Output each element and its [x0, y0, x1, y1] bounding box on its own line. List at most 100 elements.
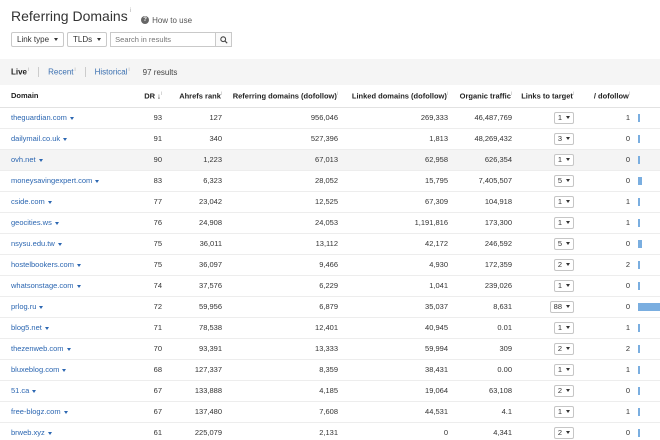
domain-cell[interactable]: brweb.xyz: [0, 422, 130, 440]
domain-cell[interactable]: theguardian.com: [0, 107, 130, 129]
chevron-down-icon[interactable]: [44, 326, 49, 330]
col-organic-traffic[interactable]: Organic traffici: [452, 85, 516, 108]
links-to-target-dropdown[interactable]: 1: [553, 153, 574, 166]
referring-domains-cell: 12,401: [226, 317, 342, 339]
domain-cell[interactable]: moneysavingexpert.com: [0, 170, 130, 192]
col-domain[interactable]: Domain: [0, 85, 130, 108]
links-to-target-dropdown[interactable]: 2: [553, 342, 574, 355]
links-to-target-dropdown[interactable]: 1: [553, 279, 574, 292]
links-to-target-dropdown[interactable]: 1: [553, 216, 574, 229]
chevron-down-icon[interactable]: [39, 305, 44, 309]
links-to-target-dropdown[interactable]: 2: [553, 426, 574, 439]
chevron-down-icon[interactable]: [95, 179, 100, 183]
chevron-down-icon[interactable]: [47, 200, 52, 204]
links-to-target-dropdown[interactable]: 2: [553, 258, 574, 271]
bar-cell: [634, 401, 660, 423]
chevron-down-icon[interactable]: [63, 410, 68, 414]
col-ahrefs-rank[interactable]: Ahrefs ranki: [166, 85, 226, 108]
chevron-down-icon[interactable]: [63, 137, 68, 141]
links-to-target-dropdown[interactable]: 2: [553, 384, 574, 397]
tab-recent[interactable]: Recenti: [48, 67, 75, 77]
domain-cell[interactable]: cside.com: [0, 191, 130, 213]
links-to-target-cell: 2: [516, 422, 578, 440]
domain-link[interactable]: brweb.xyz: [11, 428, 45, 437]
links-to-target-dropdown[interactable]: 1: [553, 363, 574, 376]
domain-link[interactable]: thezenweb.com: [11, 344, 64, 353]
domain-link[interactable]: dailymail.co.uk: [11, 134, 60, 143]
domain-link[interactable]: whatsonstage.com: [11, 281, 74, 290]
tlds-dropdown[interactable]: TLDs: [67, 32, 108, 47]
links-bar: [638, 219, 640, 227]
links-to-target-dropdown[interactable]: 1: [553, 195, 574, 208]
domain-link[interactable]: moneysavingexpert.com: [11, 176, 92, 185]
chevron-down-icon[interactable]: [57, 242, 62, 246]
chevron-down-icon[interactable]: [66, 347, 71, 351]
links-to-target-dropdown[interactable]: 1: [553, 321, 574, 334]
domain-cell[interactable]: thezenweb.com: [0, 338, 130, 360]
domain-cell[interactable]: free-blogz.com: [0, 401, 130, 423]
links-to-target-dropdown[interactable]: 1: [553, 111, 574, 124]
tab-historical[interactable]: Historicali: [95, 67, 130, 77]
domain-link[interactable]: theguardian.com: [11, 113, 67, 122]
links-to-target-dropdown[interactable]: 5: [553, 237, 574, 250]
tab-divider: [38, 67, 40, 77]
col-dr[interactable]: DR ↓i: [130, 85, 166, 108]
domain-link[interactable]: hostelbookers.com: [11, 260, 74, 269]
link-type-dropdown[interactable]: Link type: [11, 32, 65, 47]
domain-link[interactable]: blog5.net: [11, 323, 42, 332]
search-button[interactable]: [215, 32, 233, 47]
domain-link[interactable]: geocities.ws: [11, 218, 52, 227]
search-input[interactable]: [110, 32, 216, 47]
referring-domains-table: Domain DR ↓i Ahrefs ranki Referring doma…: [0, 85, 660, 440]
col-linked-domains[interactable]: Linked domains (dofollow)i: [342, 85, 452, 108]
bar-cell: [634, 338, 660, 360]
col-dofollow[interactable]: / dofollowi: [578, 85, 634, 108]
organic-traffic-cell: 0.00: [452, 359, 516, 381]
chevron-down-icon[interactable]: [62, 368, 67, 372]
how-to-use-link[interactable]: ? How to use: [141, 16, 192, 25]
domain-cell[interactable]: whatsonstage.com: [0, 275, 130, 297]
col-links-to-target[interactable]: Links to targeti: [516, 85, 578, 108]
domain-cell[interactable]: nsysu.edu.tw: [0, 233, 130, 255]
links-to-target-dropdown[interactable]: 88: [549, 300, 574, 313]
domain-link[interactable]: prlog.ru: [11, 302, 36, 311]
ahrefs-rank-cell: 78,538: [166, 317, 226, 339]
links-to-target-dropdown[interactable]: 3: [553, 132, 574, 145]
links-to-target-dropdown[interactable]: 1: [553, 405, 574, 418]
tab-live[interactable]: Livei: [11, 67, 29, 77]
links-to-target-cell: 5: [516, 170, 578, 192]
domain-link[interactable]: nsysu.edu.tw: [11, 239, 55, 248]
ahrefs-rank-cell: 133,888: [166, 380, 226, 402]
domain-cell[interactable]: ovh.net: [0, 149, 130, 171]
links-bar: [638, 408, 640, 416]
domain-cell[interactable]: bluxeblog.com: [0, 359, 130, 381]
chevron-down-icon[interactable]: [54, 221, 59, 225]
col-referring-domains[interactable]: Referring domains (dofollow)i: [226, 85, 342, 108]
table-row: brweb.xyz 61 225,079 2,131 0 4,341 2 0: [0, 422, 660, 440]
links-to-target-cell: 3: [516, 128, 578, 150]
chevron-down-icon[interactable]: [32, 389, 37, 393]
links-to-target-dropdown[interactable]: 5: [553, 174, 574, 187]
chevron-down-icon[interactable]: [76, 284, 81, 288]
chevron-down-icon[interactable]: [38, 158, 43, 162]
chevron-down-icon[interactable]: [69, 116, 74, 120]
title-info-icon[interactable]: i: [130, 8, 131, 14]
domain-cell[interactable]: prlog.ru: [0, 296, 130, 318]
ahrefs-rank-cell: 59,956: [166, 296, 226, 318]
domain-link[interactable]: free-blogz.com: [11, 407, 61, 416]
chevron-down-icon[interactable]: [76, 263, 81, 267]
links-to-target-cell: 2: [516, 254, 578, 276]
referring-domains-cell: 24,053: [226, 212, 342, 234]
chevron-down-icon[interactable]: [47, 431, 52, 435]
domain-cell[interactable]: geocities.ws: [0, 212, 130, 234]
domain-link[interactable]: cside.com: [11, 197, 45, 206]
domain-cell[interactable]: blog5.net: [0, 317, 130, 339]
referring-domains-cell: 67,013: [226, 149, 342, 171]
domain-cell[interactable]: hostelbookers.com: [0, 254, 130, 276]
domain-link[interactable]: bluxeblog.com: [11, 365, 59, 374]
domain-cell[interactable]: dailymail.co.uk: [0, 128, 130, 150]
domain-cell[interactable]: 51.ca: [0, 380, 130, 402]
dr-cell: 93: [130, 107, 166, 129]
domain-link[interactable]: ovh.net: [11, 155, 36, 164]
domain-link[interactable]: 51.ca: [11, 386, 29, 395]
